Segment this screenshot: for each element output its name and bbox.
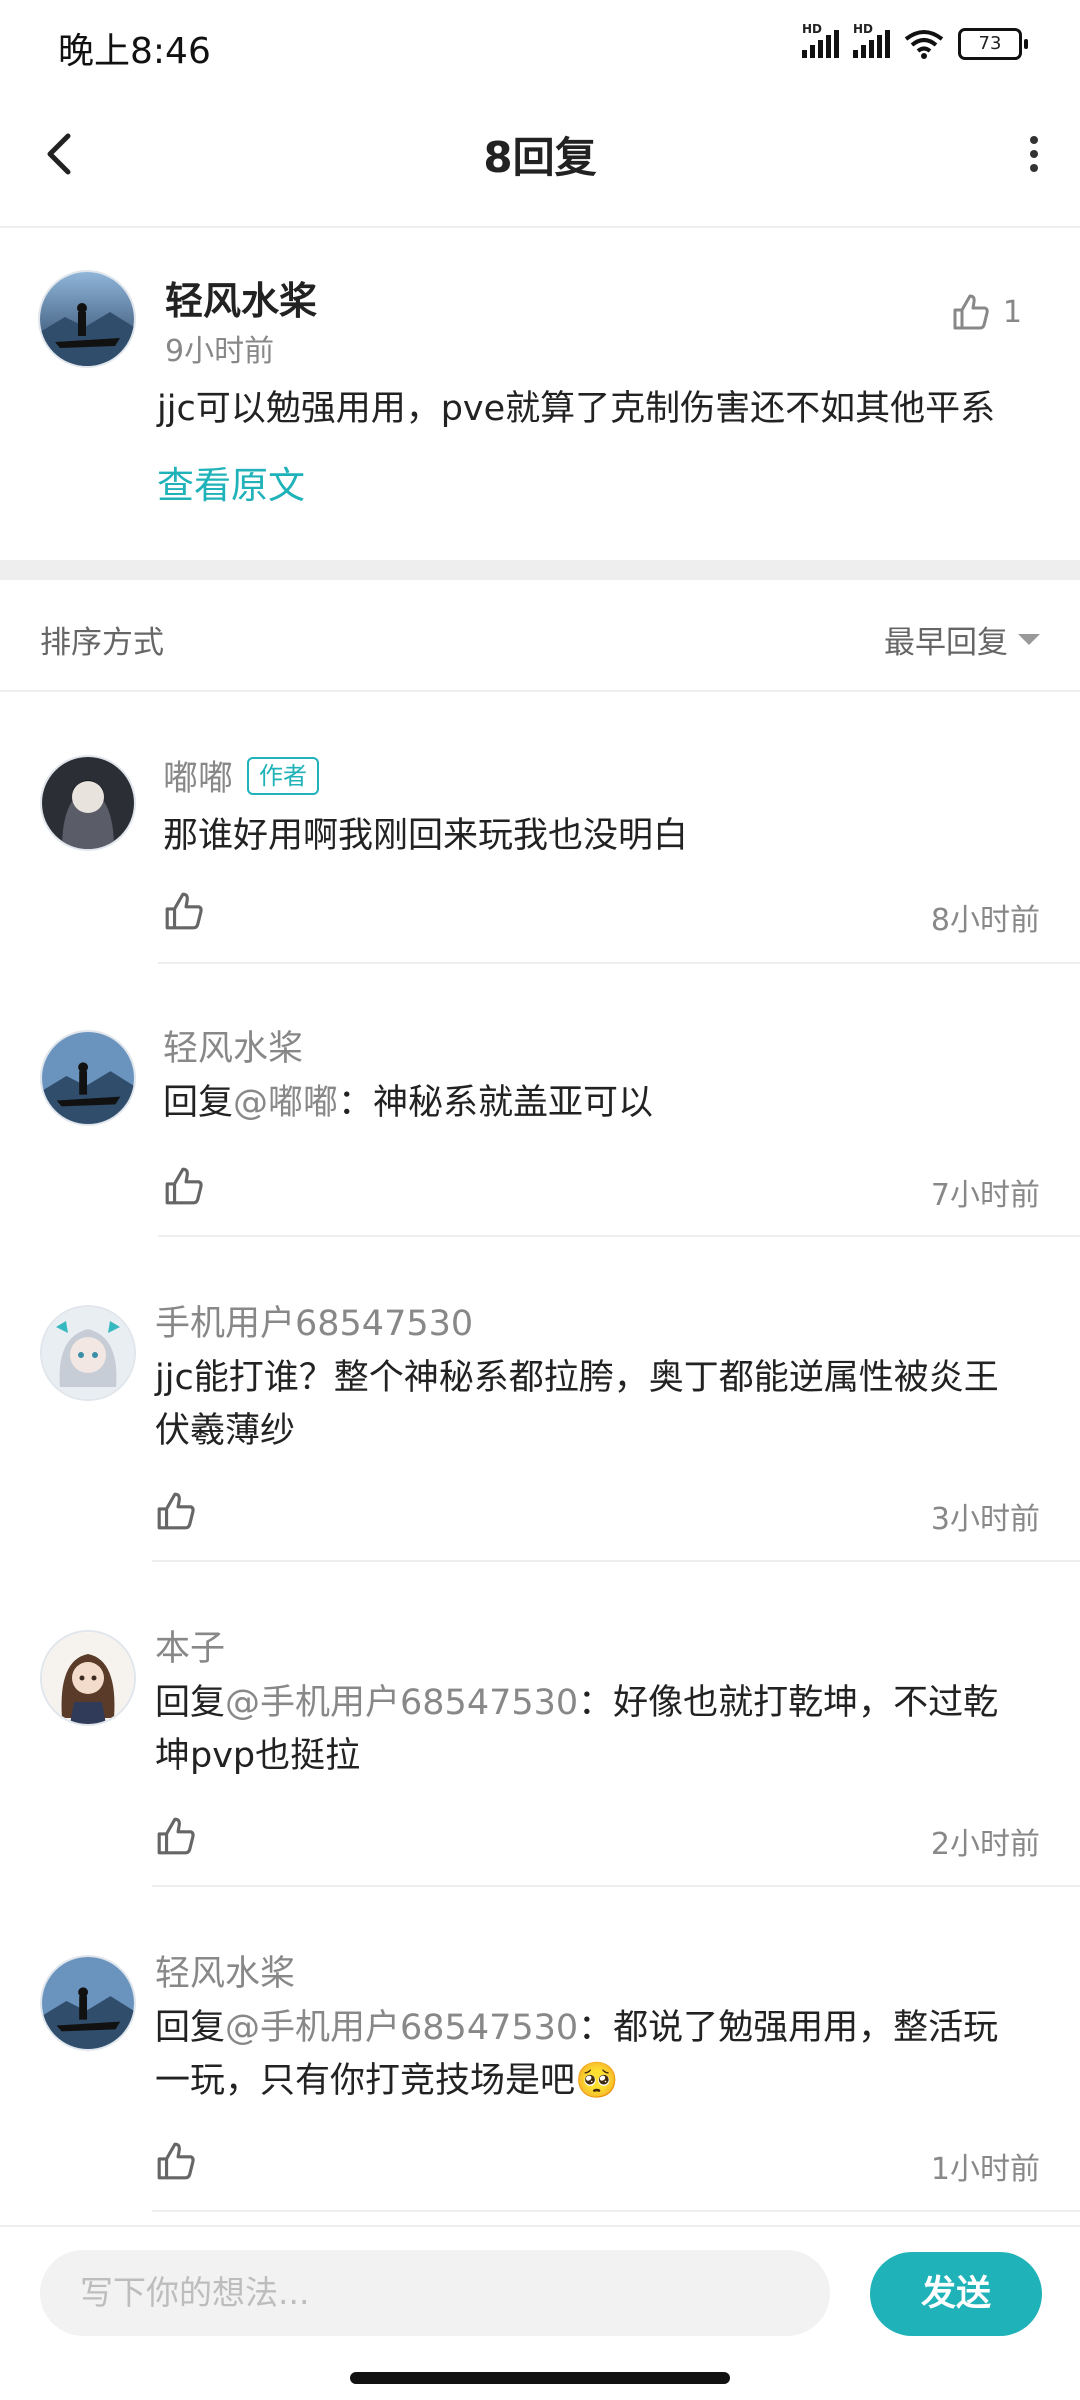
thumbs-up-icon: [953, 294, 989, 330]
reply-text: jjc能打谁？整个神秘系都拉胯，奥丁都能逆属性被炎王伏羲薄纱: [155, 1358, 999, 1451]
reply-prefix: 回复: [155, 1683, 226, 1723]
sort-selected-value: 最早回复: [884, 625, 1008, 661]
reply-author[interactable]: 嘟嘟: [163, 750, 233, 801]
battery-icon: 73: [958, 28, 1028, 60]
reply-time: 7小时前: [930, 1178, 1040, 1213]
reply-avatar[interactable]: [40, 1955, 136, 2051]
hd-label-2: HD: [853, 22, 874, 36]
reply-time: 2小时前: [930, 1827, 1040, 1862]
reply-text: 那谁好用啊我刚回来玩我也没明白: [163, 816, 689, 856]
reply-avatar[interactable]: [40, 755, 136, 851]
reply-avatar[interactable]: [40, 1030, 136, 1126]
reply-content: 那谁好用啊我刚回来玩我也没明白: [163, 810, 1030, 863]
sort-dropdown[interactable]: 最早回复: [884, 617, 1040, 662]
reply-divider: [152, 1560, 1080, 1562]
chevron-down-icon: [1018, 634, 1040, 645]
mention-link[interactable]: @嘟嘟: [233, 1083, 338, 1123]
send-button[interactable]: 发送: [870, 2252, 1042, 2336]
view-original-link[interactable]: 查看原文: [157, 455, 305, 509]
reply-author[interactable]: 手机用户68547530: [155, 1295, 473, 1346]
reply-author[interactable]: 轻风水桨: [163, 1020, 303, 1071]
main-comment-avatar[interactable]: [38, 270, 136, 368]
main-comment-content: jjc可以勉强用用，pve就算了克制伤害还不如其他平系: [157, 389, 996, 429]
page-title: 8回复: [483, 133, 597, 182]
reply-avatar[interactable]: [40, 1630, 136, 1726]
reply-content: 回复@嘟嘟：神秘系就盖亚可以: [163, 1077, 1030, 1130]
reply-time: 1小时前: [930, 2152, 1040, 2187]
reply-content: 回复@手机用户68547530：好像也就打乾坤，不过乾坤pvp也挺拉: [155, 1677, 1030, 1783]
reply-divider: [158, 1235, 1080, 1237]
reply-time: 3小时前: [930, 1502, 1040, 1537]
reply-avatar[interactable]: [40, 1305, 136, 1401]
status-time: 晚上8:46: [58, 31, 211, 72]
thumbs-up-icon[interactable]: [155, 2140, 197, 2182]
thumbs-up-icon[interactable]: [163, 890, 205, 932]
composer-divider: [0, 2225, 1080, 2227]
thumbs-up-icon[interactable]: [155, 1490, 197, 1532]
mention-link[interactable]: @手机用户68547530: [225, 2008, 578, 2048]
main-comment-like-button[interactable]: 1: [951, 292, 1022, 332]
sort-label: 排序方式: [40, 625, 164, 661]
author-badge: 作者: [247, 756, 320, 795]
section-separator: [0, 560, 1080, 580]
main-comment-time: 9小时前: [165, 334, 275, 369]
mention-link[interactable]: @手机用户68547530: [225, 1683, 578, 1723]
reply-divider: [152, 1885, 1080, 1887]
sort-divider: [0, 690, 1080, 692]
cellular-signal-icon: HD: [802, 22, 839, 58]
reply-divider: [152, 2210, 1080, 2212]
more-options-icon[interactable]: [1014, 132, 1054, 176]
reply-author[interactable]: 轻风水桨: [155, 1945, 295, 1996]
main-comment-author[interactable]: 轻风水桨: [165, 270, 317, 325]
comment-input[interactable]: 写下你的想法...: [40, 2250, 830, 2336]
reply-prefix: 回复: [155, 2008, 226, 2048]
cellular-signal-icon-2: HD: [853, 22, 890, 58]
reply-author[interactable]: 本子: [155, 1620, 225, 1671]
status-icons: HD HD 73: [802, 22, 1028, 60]
main-comment-like-count: 1: [1002, 294, 1022, 330]
reply-text: ：神秘系就盖亚可以: [338, 1083, 654, 1123]
header-divider: [0, 226, 1080, 228]
wifi-icon: [904, 30, 944, 59]
home-indicator[interactable]: [350, 2372, 730, 2384]
reply-time: 8小时前: [930, 903, 1040, 938]
thumbs-up-icon[interactable]: [163, 1165, 205, 1207]
reply-content: jjc能打谁？整个神秘系都拉胯，奥丁都能逆属性被炎王伏羲薄纱: [155, 1352, 1030, 1458]
reply-divider: [158, 962, 1080, 964]
reply-content: 回复@手机用户68547530：都说了勉强用用，整活玩一玩，只有你打竞技场是吧🥺: [155, 2002, 1030, 2108]
thumbs-up-icon[interactable]: [155, 1815, 197, 1857]
reply-prefix: 回复: [163, 1083, 234, 1123]
hd-label: HD: [802, 22, 823, 36]
